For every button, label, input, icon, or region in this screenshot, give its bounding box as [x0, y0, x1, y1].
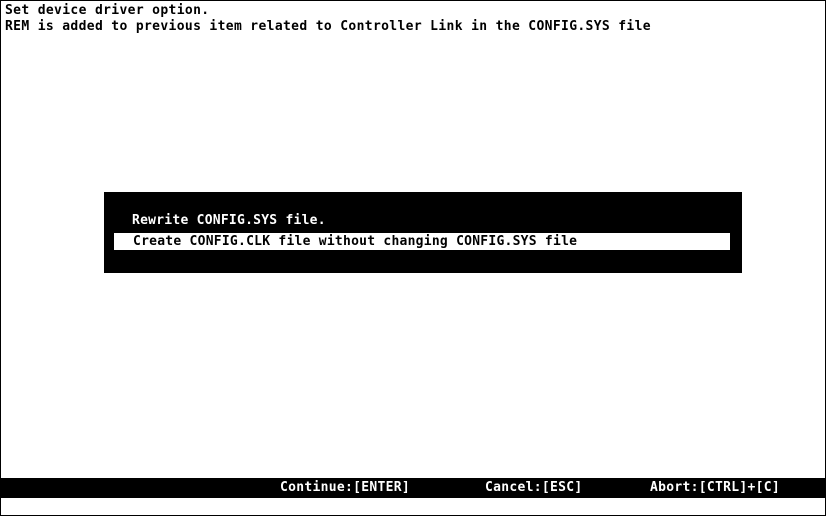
menu-item-create-config-clk[interactable]: Create CONFIG.CLK file without changing … — [114, 233, 730, 250]
continue-key-hint[interactable]: Continue:[ENTER] — [280, 480, 410, 496]
terminal-screen: Set device driver option. REM is added t… — [0, 0, 826, 516]
menu-item-rewrite-config[interactable]: Rewrite CONFIG.SYS file. — [132, 212, 326, 229]
cancel-key-hint[interactable]: Cancel:[ESC] — [485, 480, 583, 496]
abort-key-hint[interactable]: Abort:[CTRL]+[C] — [650, 480, 780, 496]
option-menu: Rewrite CONFIG.SYS file. Create CONFIG.C… — [104, 192, 742, 273]
instruction-title: Set device driver option. — [5, 3, 210, 18]
instruction-detail: REM is added to previous item related to… — [5, 19, 651, 34]
key-help-bar: Continue:[ENTER] Cancel:[ESC] Abort:[CTR… — [1, 478, 825, 498]
